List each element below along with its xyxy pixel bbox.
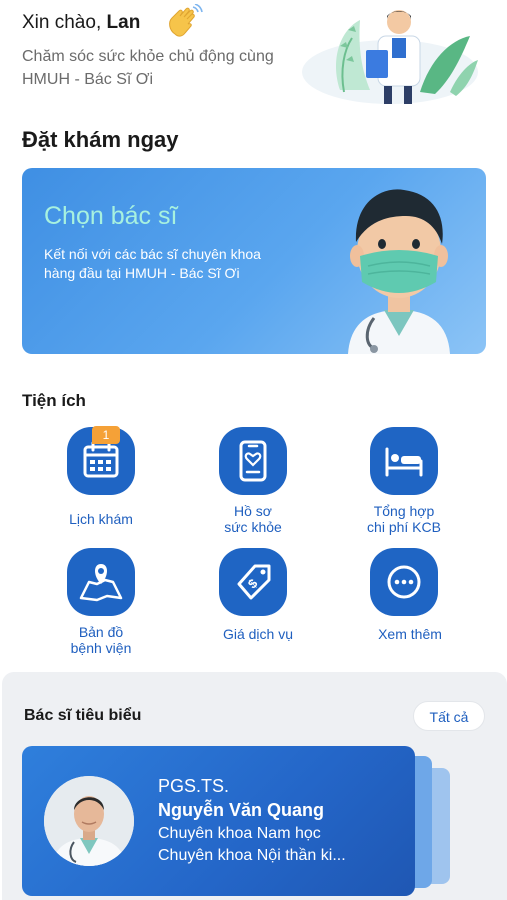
health-record-icon [239,440,267,482]
health-record-button[interactable] [219,427,287,495]
greeting-text: Xin chào, [22,12,102,33]
service-price-label-line-1: Giá dịch vụ [222,626,294,642]
booking-section-title: Đặt khám ngay [22,127,179,152]
health-record-label-line-2: sức khỏe [224,519,282,535]
doctor-title: PGS.TS. [158,776,230,796]
see-more-label: Xem thêm [350,626,470,642]
doctor-illustration [302,10,478,104]
doctor-avatar [44,776,134,866]
doctor-photo [44,776,134,866]
banner-title: Chọn bác sĩ [44,202,178,230]
see-more-label-line-1: Xem thêm [378,626,442,642]
utilities-section-title: Tiện ích [22,391,86,410]
hospital-map-button[interactable] [67,548,135,616]
masked-doctor-illustration [348,189,450,354]
map-icon [79,564,123,602]
hospital-map-label: Bản đồ bệnh viện [41,624,161,656]
service-price-label: Giá dịch vụ [198,626,318,642]
banner-description: Kết nối với các bác sĩ chuyên khoa hàng … [44,246,261,281]
doctor-specialty-2: Chuyên khoa Nội thần ki... [158,847,346,864]
hospital-map-label-line-2: bệnh viện [70,640,132,656]
cost-summary-label-line-2: chi phí KCB [367,519,441,535]
greeting: Xin chào, Lan [22,12,140,34]
greeting-subtitle: Chăm sóc sức khỏe chủ động cùng HMUH - B… [22,48,274,88]
notification-badge: 1 [92,426,120,444]
hospital-map-label-line-1: Bản đồ [78,624,124,640]
price-tag-icon: $ [237,564,271,600]
cost-summary-button[interactable] [370,427,438,495]
see-all-button[interactable]: Tất cả [413,701,485,731]
see-more-button[interactable] [370,548,438,616]
health-record-label: Hồ sơ sức khỏe [193,503,313,535]
choose-doctor-banner[interactable]: Chọn bác sĩ Kết nối với các bác sĩ chuyê… [22,168,486,354]
doctor-specialty-1: Chuyên khoa Nam học [158,825,321,842]
cost-summary-label: Tổng hợp chi phí KCB [344,503,464,535]
user-name: Lan [106,12,141,33]
waving-hand-icon [169,4,203,37]
health-record-label-line-1: Hồ sơ [234,503,272,519]
appointments-label: Lịch khám [41,511,161,527]
more-icon [387,565,421,599]
hospital-bed-icon [385,447,423,477]
doctor-card[interactable]: PGS.TS. Nguyễn Văn Quang Chuyên khoa Nam… [22,746,415,896]
doctor-name: Nguyễn Văn Quang [158,800,325,820]
appointments-label-line-1: Lịch khám [69,511,133,527]
featured-doctors-title: Bác sĩ tiêu biểu [24,707,142,724]
service-price-button[interactable]: $ [219,548,287,616]
cost-summary-label-line-1: Tổng hợp [373,503,435,519]
